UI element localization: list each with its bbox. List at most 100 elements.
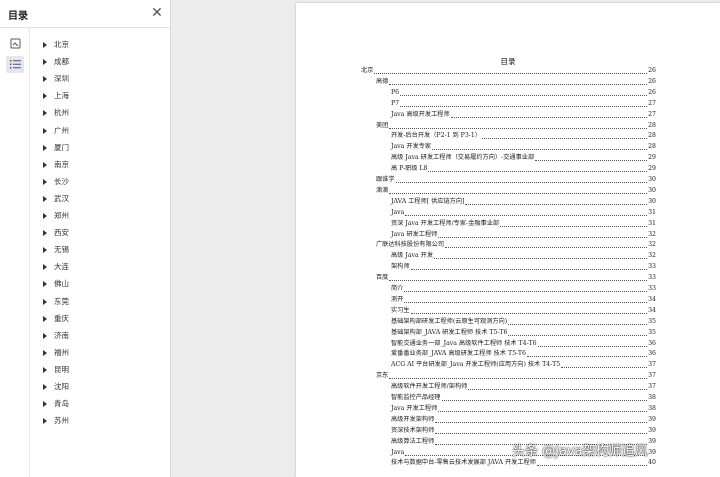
toc-entry[interactable]: Java 高级开发工程师 27 (391, 110, 656, 120)
toc-entry-title: P6 (391, 88, 400, 96)
expand-arrow-icon[interactable] (43, 247, 47, 254)
expand-arrow-icon[interactable] (43, 315, 47, 322)
outline-item[interactable]: 济南 (30, 328, 170, 344)
expand-arrow-icon[interactable] (43, 281, 47, 288)
expand-arrow-icon[interactable] (43, 178, 47, 185)
toc-entry[interactable]: Java 31 (391, 208, 656, 218)
toc-page-number: 32 (648, 252, 656, 260)
toc-entry[interactable]: 广联达科技股份有限公司 32 (376, 240, 656, 250)
expand-arrow-icon[interactable] (43, 195, 47, 202)
expand-arrow-icon[interactable] (43, 110, 47, 117)
outline-item-label: 长沙 (54, 176, 69, 186)
toc-entry[interactable]: 滴滴 30 (376, 186, 656, 196)
toc-entry[interactable]: P7 27 (391, 99, 656, 109)
outline-item[interactable]: 福州 (30, 345, 170, 361)
toc-entry[interactable]: Java 开发专家 28 (391, 142, 656, 152)
outline-item[interactable]: 苏州 (30, 413, 170, 429)
outline-item[interactable]: 杭州 (30, 105, 170, 121)
toc-leader-dots (465, 203, 648, 205)
outline-item[interactable]: 西安 (30, 225, 170, 241)
expand-arrow-icon[interactable] (43, 264, 47, 271)
toc-entry[interactable]: 高级软件开发工程师/架构师 37 (391, 382, 656, 392)
toc-entry[interactable]: ACG AI 平台研发部_Java 开发工程师(应用方向) 技术 T4-T5 37 (391, 360, 656, 370)
expand-arrow-icon[interactable] (43, 384, 47, 390)
toc-entry[interactable]: 跟谁学 30 (376, 175, 656, 185)
expand-arrow-icon[interactable] (43, 76, 47, 83)
toc-entry[interactable]: 爱番番业务部_JAVA 高级研发工程师 技术 T5-T6 36 (391, 349, 656, 359)
outline-item[interactable]: 长沙 (30, 174, 170, 190)
document-page[interactable]: 目录 北京 26 高德 26 P6 26 P7 27 Java 高级开发工程师 27 美团 28 开发-… (296, 3, 720, 477)
outline-item[interactable]: 大连 (30, 259, 170, 275)
toc-entry[interactable]: 测开 34 (391, 295, 656, 305)
toc-entry[interactable]: 京东 37 (376, 371, 656, 381)
toc-entry[interactable]: Java 开发工程师 38 (391, 404, 656, 414)
outline-item[interactable]: 重庆 (30, 311, 170, 327)
expand-arrow-icon[interactable] (43, 332, 47, 339)
expand-arrow-icon[interactable] (43, 42, 47, 48)
toc-entry[interactable]: 高德 26 (376, 77, 656, 87)
expand-arrow-icon[interactable] (43, 59, 47, 66)
toc-entry[interactable]: 高级开发架构师 39 (391, 415, 656, 425)
expand-arrow-icon[interactable] (43, 213, 47, 219)
outline-item[interactable]: 上海 (30, 88, 170, 104)
toc-entry[interactable]: 架构师 33 (391, 262, 656, 272)
outline-item[interactable]: 青岛 (30, 396, 170, 412)
close-icon[interactable]: ✕ (150, 6, 164, 20)
expand-arrow-icon[interactable] (43, 349, 47, 356)
toc-leader-dots (400, 94, 648, 96)
toc-leader-dots (535, 159, 648, 162)
toc-entry[interactable]: 基础架构部_JAVA 研发工程师 技术 T5-T6 35 (391, 328, 656, 338)
outline-item[interactable]: 北京 (30, 37, 170, 53)
outline-item[interactable]: 广州 (30, 123, 170, 139)
expand-arrow-icon[interactable] (43, 230, 47, 237)
toc-entry[interactable]: 开发-后台开发（P2-1 到 P3-1） 28 (391, 131, 656, 141)
toc-entry[interactable]: 资深技术架构师 39 (391, 426, 656, 436)
toc-entry[interactable]: 高级 Java 研发工程师（交易履约方向）-交通事业部 29 (391, 153, 656, 163)
toc-leader-dots (438, 236, 648, 238)
toc-entry[interactable]: 技术与数据中台-零售云技术发展部 JAVA 开发工程师 40 (391, 458, 656, 468)
outline-item[interactable]: 深圳 (30, 71, 170, 87)
outline-item-label: 厦门 (54, 142, 69, 152)
toc-entry[interactable]: 高 P-职级 L8 29 (391, 164, 656, 174)
outline-item-label: 成都 (54, 57, 69, 67)
expand-arrow-icon[interactable] (43, 401, 47, 408)
toc-page-number: 39 (648, 437, 656, 445)
expand-arrow-icon[interactable] (43, 93, 47, 100)
toc-entry[interactable]: Java 研发工程师 32 (391, 230, 656, 240)
toc-page-number: 34 (648, 306, 656, 314)
expand-arrow-icon[interactable] (43, 418, 47, 425)
toc-entry[interactable]: 美团 28 (376, 121, 656, 131)
toc-entry[interactable]: 智能监控产品经理 38 (391, 393, 656, 403)
expand-arrow-icon[interactable] (43, 144, 47, 151)
toc-entry[interactable]: 资深 Java 开发工程师/专家-金融事业部 31 (391, 219, 656, 229)
toc-page-number: 39 (648, 448, 656, 456)
toc-entry[interactable]: 北京 26 (361, 66, 656, 76)
outline-item[interactable]: 厦门 (30, 140, 170, 156)
thumbnail-view-button[interactable] (6, 35, 24, 52)
toc-entry[interactable]: 智能交通业务一部_Java 高级软件工程师 技术 T4-T6 36 (391, 339, 656, 349)
outline-item[interactable]: 成都 (30, 54, 170, 70)
toc-entry[interactable]: 百度 33 (376, 273, 656, 283)
toc-entry[interactable]: P6 26 (391, 88, 656, 98)
toc-page-number: 34 (648, 295, 656, 303)
outline-item[interactable]: 佛山 (30, 276, 170, 292)
outline-item[interactable]: 郑州 (30, 208, 170, 224)
outline-view-button[interactable] (6, 56, 24, 73)
toc-entry[interactable]: 高级 Java 开发 32 (391, 251, 656, 261)
expand-arrow-icon[interactable] (43, 161, 47, 168)
toc-entry[interactable]: 简介 33 (391, 284, 656, 294)
toc-leader-dots (445, 246, 648, 249)
expand-arrow-icon[interactable] (43, 366, 47, 373)
outline-item[interactable]: 昆明 (30, 362, 170, 378)
toc-entry[interactable]: 实习生 34 (391, 306, 656, 316)
toc-entry-title: 基础架构部_JAVA 研发工程师 技术 T5-T6 (391, 328, 508, 336)
expand-arrow-icon[interactable] (43, 127, 47, 134)
outline-item[interactable]: 武汉 (30, 191, 170, 207)
outline-item[interactable]: 南京 (30, 157, 170, 173)
toc-entry[interactable]: JAVA 工程师[ 供应链方向] 30 (391, 197, 656, 207)
toc-entry[interactable]: 基础架构部研发工程师(云原生可观测方向) 35 (391, 317, 656, 327)
outline-item[interactable]: 东莞 (30, 294, 170, 310)
outline-item[interactable]: 沈阳 (30, 379, 170, 395)
outline-item[interactable]: 无锡 (30, 242, 170, 258)
expand-arrow-icon[interactable] (43, 298, 47, 305)
